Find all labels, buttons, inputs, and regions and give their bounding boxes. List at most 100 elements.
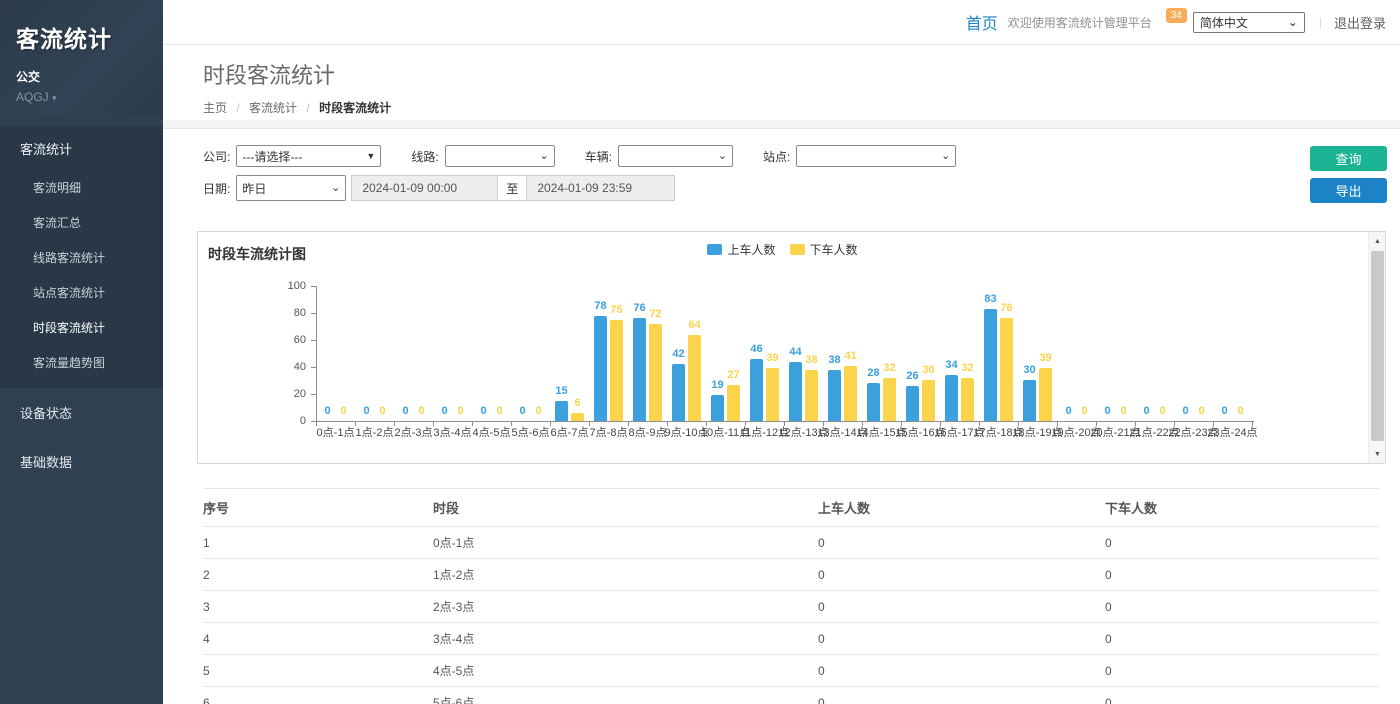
home-link[interactable]: 首页 xyxy=(966,10,998,34)
x-axis-tick-label: 23点-24点 xyxy=(1205,424,1260,440)
date-from-input[interactable] xyxy=(351,175,498,201)
breadcrumb-home[interactable]: 主页 xyxy=(203,101,227,115)
export-button[interactable]: 导出 xyxy=(1310,178,1387,203)
company-select[interactable]: ---请选择--- ▼ xyxy=(236,145,381,167)
table-row: 43点-4点00 xyxy=(203,623,1380,655)
table-row: 32点-3点00 xyxy=(203,591,1380,623)
chart-bar xyxy=(649,324,662,421)
breadcrumb-separator: / xyxy=(236,101,239,115)
sidebar-item-period-stats[interactable]: 时段客流统计 xyxy=(0,310,163,345)
org-name: 公交 xyxy=(16,68,147,85)
chart-bar xyxy=(922,380,935,421)
bar-value-label: 76 xyxy=(991,302,1022,314)
bar-chart: 时段车流统计图 上车人数 下车人数 0204060801000点-1点001点-… xyxy=(197,231,1386,464)
x-axis-tick xyxy=(1252,421,1253,426)
chevron-down-icon: ⌄ xyxy=(941,151,950,161)
scroll-up-arrow-icon[interactable]: ▲ xyxy=(1369,233,1386,249)
cell-index: 6 xyxy=(203,687,433,704)
filter-row-1: 公司: ---请选择--- ▼ 线路: ⌄ 车辆: xyxy=(203,143,1386,169)
sidebar-item-base-data[interactable]: 基础数据 xyxy=(0,437,163,486)
breadcrumb-separator: / xyxy=(306,101,309,115)
query-button[interactable]: 查询 xyxy=(1310,146,1387,171)
cell-index: 4 xyxy=(203,623,433,655)
notification-badge[interactable]: 34 xyxy=(1166,8,1187,23)
sidebar-logo-area: 客流统计 公交 AQGJ ▾ xyxy=(0,0,163,116)
date-preset-select[interactable]: 昨日 ⌄ xyxy=(236,175,346,201)
logout-link[interactable]: 退出登录 xyxy=(1334,13,1386,32)
chart-bar xyxy=(828,370,841,421)
cell-period: 2点-3点 xyxy=(433,591,818,623)
cell-index: 5 xyxy=(203,655,433,687)
language-select-value: 简体中文 xyxy=(1200,14,1248,31)
company-label: 公司: xyxy=(203,148,230,165)
y-axis-tick xyxy=(311,367,316,368)
cell-boarding: 0 xyxy=(818,591,1105,623)
sidebar-menu: 客流统计 客流明细 客流汇总 线路客流统计 站点客流统计 时段客流统计 客流量趋… xyxy=(0,126,163,486)
chart-bar xyxy=(688,335,701,421)
breadcrumb-passenger-stats[interactable]: 客流统计 xyxy=(249,101,297,115)
station-select[interactable]: ⌄ xyxy=(796,145,956,167)
topbar: 首页 欢迎使用客流统计管理平台 34 简体中文 ⌄ | 退出登录 xyxy=(163,0,1400,45)
station-label: 站点: xyxy=(763,148,790,165)
chart-bar xyxy=(766,368,779,421)
cell-period: 5点-6点 xyxy=(433,687,818,704)
topbar-divider: | xyxy=(1319,15,1322,29)
y-axis-tick xyxy=(311,286,316,287)
legend-item-boarding[interactable]: 上车人数 xyxy=(707,241,775,258)
y-axis-tick-label: 60 xyxy=(270,334,306,346)
legend-label-alighting: 下车人数 xyxy=(810,241,858,258)
chevron-down-icon: ⌄ xyxy=(718,151,727,161)
cell-index: 2 xyxy=(203,559,433,591)
y-axis-tick-label: 0 xyxy=(270,415,306,427)
language-select[interactable]: 简体中文 ⌄ xyxy=(1193,12,1305,33)
sidebar-item-passenger-detail[interactable]: 客流明细 xyxy=(0,170,163,205)
sidebar-item-line-stats[interactable]: 线路客流统计 xyxy=(0,240,163,275)
line-select[interactable]: ⌄ xyxy=(445,145,555,167)
chart-scrollbar: ▲ ▼ xyxy=(1368,232,1385,463)
cell-period: 1点-2点 xyxy=(433,559,818,591)
org-code-dropdown[interactable]: AQGJ ▾ xyxy=(16,90,147,104)
chevron-down-icon: ⌄ xyxy=(331,183,340,193)
chart-bar xyxy=(610,320,623,421)
chart-bar xyxy=(844,366,857,421)
app-logo-title: 客流统计 xyxy=(16,20,147,54)
sidebar-item-passenger-stats[interactable]: 客流统计 xyxy=(0,126,163,170)
chart-bar xyxy=(1023,380,1036,421)
cell-boarding: 0 xyxy=(818,559,1105,591)
breadcrumb: 主页 / 客流统计 / 时段客流统计 xyxy=(203,99,1400,116)
y-axis-tick xyxy=(311,394,316,395)
cell-alighting: 0 xyxy=(1105,591,1380,623)
bar-value-label: 15 xyxy=(546,385,577,397)
sidebar-item-trend-chart[interactable]: 客流量趋势图 xyxy=(0,345,163,380)
y-axis-tick-label: 100 xyxy=(270,280,306,292)
page-title: 时段客流统计 xyxy=(203,58,1400,90)
sidebar: 客流统计 公交 AQGJ ▾ 客流统计 客流明细 客流汇总 线路客流统计 站点客… xyxy=(0,0,163,704)
sidebar-item-station-stats[interactable]: 站点客流统计 xyxy=(0,275,163,310)
bar-value-label: 0 xyxy=(1225,405,1256,417)
table-row: 54点-5点00 xyxy=(203,655,1380,687)
cell-alighting: 0 xyxy=(1105,655,1380,687)
y-axis-line xyxy=(316,286,317,421)
cell-boarding: 0 xyxy=(818,655,1105,687)
sidebar-item-device-status[interactable]: 设备状态 xyxy=(0,388,163,437)
sidebar-item-passenger-summary[interactable]: 客流汇总 xyxy=(0,205,163,240)
company-select-value: ---请选择--- xyxy=(242,148,302,165)
bar-value-label: 0 xyxy=(523,405,554,417)
legend-swatch-alighting xyxy=(790,244,805,255)
filter-row-2: 日期: 昨日 ⌄ 至 xyxy=(203,175,1386,201)
chart-bar xyxy=(633,318,646,421)
date-to-input[interactable] xyxy=(526,175,675,201)
legend-item-alighting[interactable]: 下车人数 xyxy=(790,241,858,258)
chart-legend: 上车人数 下车人数 xyxy=(198,241,1367,258)
breadcrumb-current: 时段客流统计 xyxy=(319,101,391,115)
cell-period: 3点-4点 xyxy=(433,623,818,655)
vehicle-select[interactable]: ⌄ xyxy=(618,145,733,167)
col-header-boarding: 上车人数 xyxy=(818,489,1105,527)
bar-value-label: 32 xyxy=(952,362,983,374)
scroll-down-arrow-icon[interactable]: ▼ xyxy=(1369,446,1386,462)
scrollbar-thumb[interactable] xyxy=(1371,251,1384,441)
cell-alighting: 0 xyxy=(1105,623,1380,655)
cell-boarding: 0 xyxy=(818,687,1105,704)
y-axis-tick-label: 20 xyxy=(270,388,306,400)
bar-value-label: 6 xyxy=(562,397,593,409)
